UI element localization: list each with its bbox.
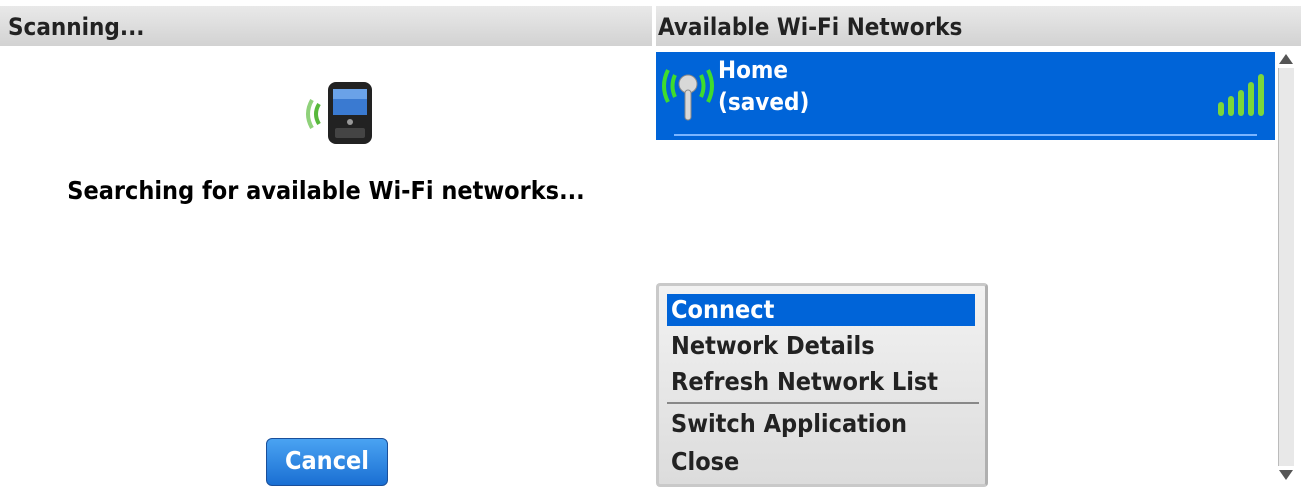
scroll-down-icon[interactable] xyxy=(1278,468,1294,482)
row-underline xyxy=(674,134,1257,136)
menu-item-switch-application[interactable]: Switch Application xyxy=(667,408,975,440)
scrollbar[interactable] xyxy=(1278,52,1294,482)
wifi-networks-screen: Available Wi-Fi Networks Home (saved) Co… xyxy=(656,0,1301,487)
phone-scanning-icon xyxy=(306,82,372,144)
menu-separator xyxy=(667,402,979,404)
network-status: (saved) xyxy=(718,88,810,116)
title-bar: Available Wi-Fi Networks xyxy=(656,6,1301,46)
menu-item-network-details[interactable]: Network Details xyxy=(667,330,975,362)
screen-title: Scanning... xyxy=(8,13,145,41)
searching-message: Searching for available Wi-Fi networks..… xyxy=(67,176,585,205)
menu-item-connect[interactable]: Connect xyxy=(667,294,975,326)
menu-item-close[interactable]: Close xyxy=(667,446,975,478)
scroll-up-icon[interactable] xyxy=(1278,52,1294,66)
context-menu: Connect Network Details Refresh Network … xyxy=(656,283,988,487)
scroll-track[interactable] xyxy=(1278,68,1294,466)
cancel-button[interactable]: Cancel xyxy=(266,438,388,486)
title-bar: Scanning... xyxy=(0,6,652,46)
screen-title: Available Wi-Fi Networks xyxy=(658,13,963,41)
scanning-screen: Scanning... Searching for available Wi-F… xyxy=(0,0,652,487)
wifi-antenna-icon xyxy=(662,69,714,121)
network-name: Home xyxy=(718,56,789,84)
signal-strength-icon xyxy=(1218,74,1264,116)
network-list-item[interactable]: Home (saved) xyxy=(656,52,1275,140)
menu-item-refresh-network-list[interactable]: Refresh Network List xyxy=(667,366,975,398)
